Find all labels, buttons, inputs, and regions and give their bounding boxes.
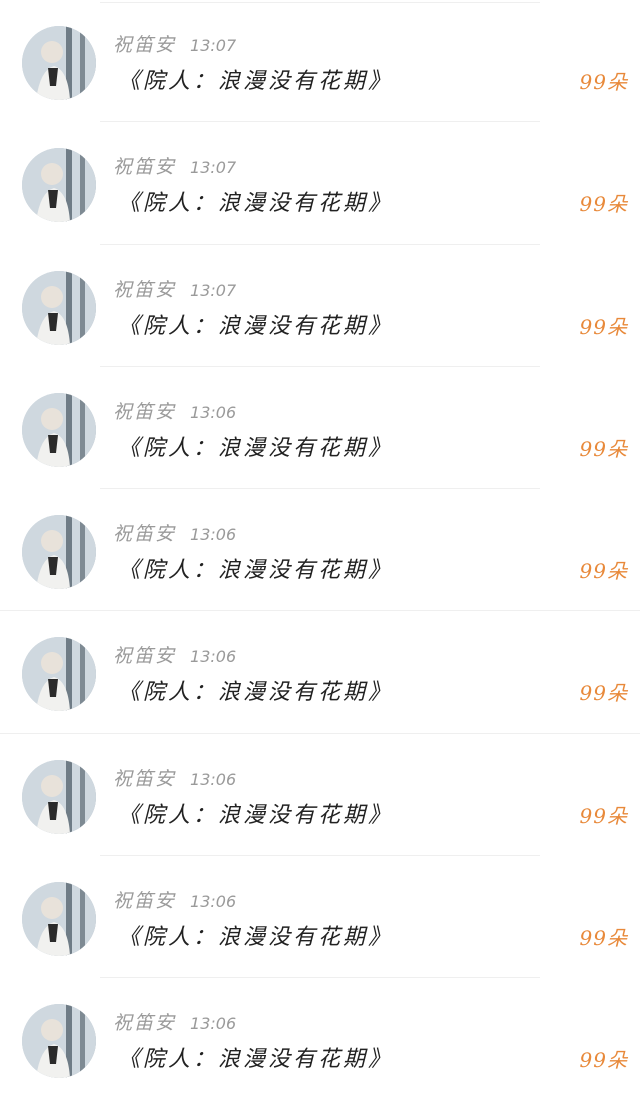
sender-line: 祝笛安 13:07	[113, 30, 237, 56]
message-text: 《院人：浪漫没有花期》	[118, 558, 394, 584]
avatar-photo-icon	[22, 148, 96, 223]
list-item[interactable]: 祝笛安 13:06 《院人：浪漫没有花期》 99朵	[0, 367, 640, 490]
gift-count: 99朵	[579, 803, 628, 828]
avatar[interactable]	[22, 392, 96, 467]
message-text: 《院人：浪漫没有花期》	[118, 925, 394, 951]
avatar-photo-icon	[22, 26, 96, 100]
avatar-photo-icon	[22, 392, 96, 467]
sender-line: 祝笛安 13:06	[113, 641, 237, 668]
gift-count: 99朵	[579, 681, 628, 706]
gift-message-list: 祝笛安 13:07 《院人：浪漫没有花期》 99朵 祝笛安 13:07 《院人：浪漫…	[0, 0, 640, 1096]
sender-line: 祝笛安 13:06	[113, 886, 237, 913]
message-text: 《院人：浪漫没有花期》	[118, 313, 394, 339]
list-item[interactable]: 祝笛安 13:06 《院人：浪漫没有花期》 99朵	[0, 489, 640, 612]
timestamp: 13:06	[190, 892, 237, 912]
list-item[interactable]: 祝笛安 13:06 《院人：浪漫没有花期》 99朵	[0, 856, 640, 979]
message-text: 《院人：浪漫没有花期》	[118, 435, 394, 461]
avatar-photo-icon	[22, 1004, 96, 1079]
timestamp: 13:06	[190, 769, 237, 789]
timestamp: 13:06	[190, 1014, 237, 1034]
sender-name: 祝笛安	[113, 645, 177, 668]
avatar[interactable]	[22, 882, 96, 957]
sender-line: 祝笛安 13:06	[113, 397, 237, 423]
avatar-photo-icon	[22, 637, 96, 712]
sender-line: 祝笛安 13:07	[113, 275, 237, 301]
list-item[interactable]: 祝笛安 13:06 《院人：浪漫没有花期》 99朵	[0, 611, 640, 734]
avatar-photo-icon	[22, 882, 96, 957]
gift-count: 99朵	[579, 70, 628, 94]
timestamp: 13:07	[190, 158, 237, 178]
timestamp: 13:06	[190, 525, 237, 545]
sender-name: 祝笛安	[113, 400, 177, 423]
sender-name: 祝笛安	[113, 523, 177, 546]
avatar-photo-icon	[22, 515, 96, 590]
gift-count: 99朵	[579, 314, 628, 339]
timestamp: 13:07	[190, 280, 237, 300]
list-item[interactable]: 祝笛安 13:07 《院人：浪漫没有花期》 99朵	[0, 245, 640, 367]
list-item[interactable]: 祝笛安 13:07 《院人：浪漫没有花期》 99朵	[0, 122, 640, 245]
list-item[interactable]: 祝笛安 13:06 《院人：浪漫没有花期》 99朵	[0, 734, 640, 857]
message-text: 《院人：浪漫没有花期》	[118, 802, 394, 828]
list-item[interactable]: 祝笛安 13:06 《院人：浪漫没有花期》 99朵	[0, 978, 640, 1096]
avatar[interactable]	[22, 637, 96, 712]
avatar-photo-icon	[22, 270, 96, 345]
avatar-photo-icon	[22, 759, 96, 834]
timestamp: 13:06	[190, 402, 237, 422]
avatar[interactable]	[22, 26, 96, 100]
message-text: 《院人：浪漫没有花期》	[118, 69, 394, 94]
sender-line: 祝笛安 13:06	[113, 1008, 237, 1035]
gift-count: 99朵	[579, 926, 628, 951]
timestamp: 13:06	[190, 647, 237, 667]
avatar[interactable]	[22, 270, 96, 345]
sender-name: 祝笛安	[113, 890, 177, 913]
message-text: 《院人：浪漫没有花期》	[118, 680, 394, 706]
sender-name: 祝笛安	[113, 156, 177, 179]
timestamp: 13:07	[190, 36, 237, 55]
sender-line: 祝笛安 13:06	[113, 764, 237, 790]
sender-name: 祝笛安	[113, 767, 177, 790]
list-item[interactable]: 祝笛安 13:07 《院人：浪漫没有花期》 99朵	[0, 0, 640, 123]
gift-count: 99朵	[579, 436, 628, 461]
sender-name: 祝笛安	[113, 34, 177, 56]
avatar[interactable]	[22, 148, 96, 223]
avatar[interactable]	[22, 759, 96, 834]
avatar[interactable]	[22, 1004, 96, 1079]
gift-count: 99朵	[579, 192, 628, 217]
message-text: 《院人：浪漫没有花期》	[118, 1047, 394, 1073]
gift-count: 99朵	[579, 1048, 628, 1073]
sender-name: 祝笛安	[113, 1012, 177, 1035]
sender-line: 祝笛安 13:07	[113, 152, 237, 179]
sender-name: 祝笛安	[113, 278, 177, 301]
gift-count: 99朵	[579, 559, 628, 584]
message-text: 《院人：浪漫没有花期》	[118, 191, 394, 217]
sender-line: 祝笛安 13:06	[113, 519, 237, 546]
avatar[interactable]	[22, 515, 96, 590]
